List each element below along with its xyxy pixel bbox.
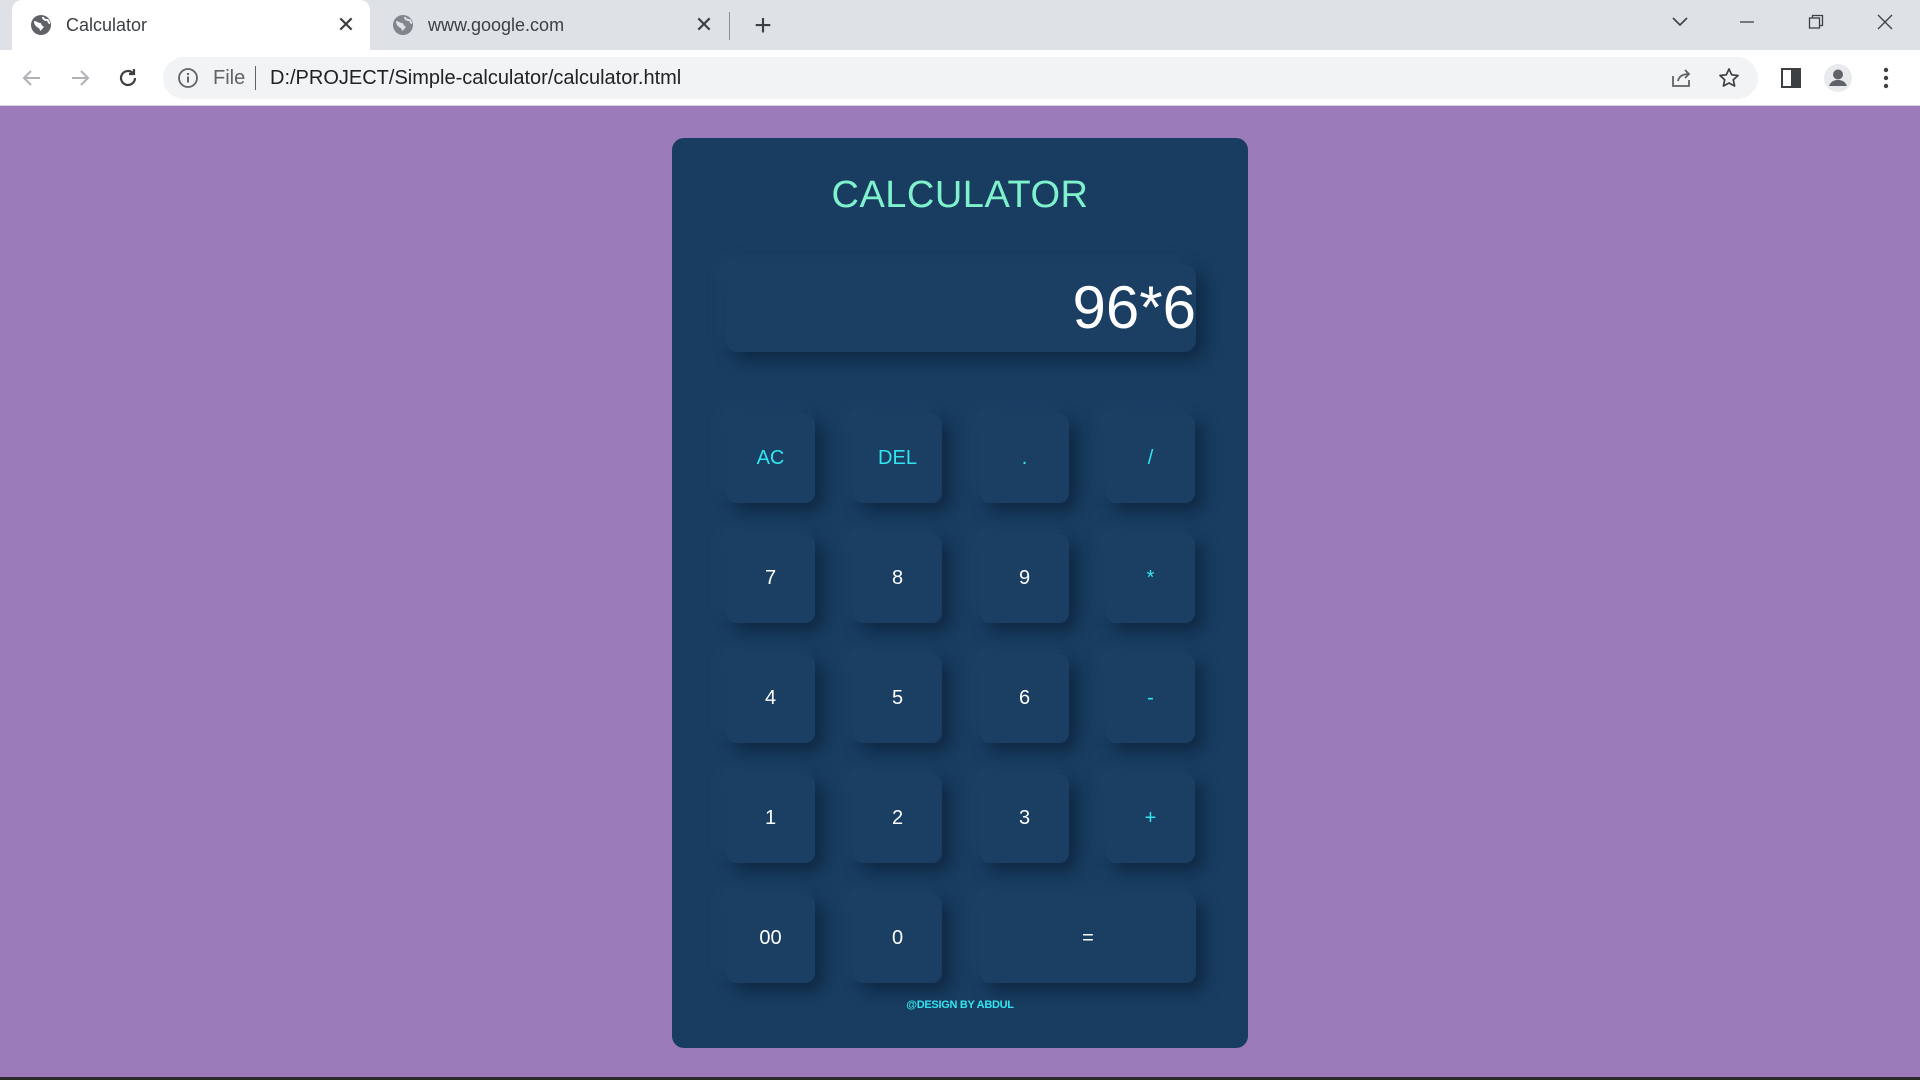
tab-google[interactable]: www.google.com ✕ <box>374 0 728 50</box>
star-icon <box>1719 68 1739 87</box>
tab-calculator[interactable]: Calculator ✕ <box>12 0 370 50</box>
address-bar[interactable]: File D:/PROJECT/Simple-calculator/calcul… <box>163 57 1758 99</box>
address-divider <box>255 66 256 90</box>
avatar-icon <box>1824 64 1852 92</box>
calculator-display: 96*6 <box>726 264 1196 352</box>
share-icon <box>1672 69 1691 87</box>
new-tab-button[interactable]: + <box>745 11 781 41</box>
info-icon[interactable] <box>177 67 199 89</box>
display-value: 96*6 <box>1072 274 1196 341</box>
key-divide-button[interactable]: / <box>1106 414 1195 503</box>
tab-separator <box>729 12 730 40</box>
key-1-button[interactable]: 1 <box>726 774 815 863</box>
key-7-button[interactable]: 7 <box>726 534 815 623</box>
globe-icon <box>30 14 52 36</box>
calculator-panel: CALCULATOR 96*6 AC DEL./7 8 9 * 4 5 6-1 2 3 +00 0 = … <box>672 138 1248 1048</box>
bookmark-button[interactable] <box>1713 63 1745 93</box>
close-tab-icon[interactable]: ✕ <box>334 13 358 37</box>
tab-strip: Calculator ✕ www.google.com ✕ + <box>0 0 1920 50</box>
key-5-button[interactable]: 5 <box>853 654 942 743</box>
key-00-button[interactable]: 00 <box>726 894 815 983</box>
key-9-button[interactable]: 9 <box>980 534 1069 623</box>
side-panel-icon <box>1781 68 1801 88</box>
browser-chrome: Calculator ✕ www.google.com ✕ + File D:/… <box>0 0 1920 106</box>
restore-button[interactable] <box>1786 0 1846 44</box>
reload-button[interactable] <box>110 60 146 96</box>
kebab-menu-icon <box>1883 67 1889 89</box>
forward-button[interactable] <box>62 60 98 96</box>
url-text[interactable]: D:/PROJECT/Simple-calculator/calculator.… <box>270 67 681 90</box>
menu-button[interactable] <box>1868 60 1904 96</box>
key-8-button[interactable]: 8 <box>853 534 942 623</box>
key-ac-button[interactable]: AC <box>726 414 815 503</box>
close-icon <box>1877 14 1893 30</box>
tab-title: www.google.com <box>428 14 565 35</box>
key-multiply-button[interactable]: * <box>1106 534 1195 623</box>
close-window-button[interactable] <box>1855 0 1915 44</box>
key-equals-button[interactable]: = <box>980 894 1196 983</box>
key-6-button[interactable]: 6 <box>980 654 1069 743</box>
key-3-button[interactable]: 3 <box>980 774 1069 863</box>
chevron-down-icon <box>1672 17 1688 27</box>
reload-icon <box>119 69 137 87</box>
side-panel-button[interactable] <box>1773 60 1809 96</box>
close-tab-icon[interactable]: ✕ <box>692 13 716 37</box>
tab-title: Calculator <box>66 14 148 35</box>
arrow-right-icon <box>72 70 90 86</box>
key-0-button[interactable]: 0 <box>853 894 942 983</box>
key-add-button[interactable]: + <box>1106 774 1195 863</box>
tab-search-button[interactable] <box>1650 0 1710 44</box>
key-4-button[interactable]: 4 <box>726 654 815 743</box>
back-button[interactable] <box>14 60 50 96</box>
share-button[interactable] <box>1665 63 1697 93</box>
key-dot-button[interactable]: . <box>980 414 1069 503</box>
scheme-label: File <box>213 67 246 89</box>
design-credit: @DESIGN BY ABDUL <box>906 999 1014 1011</box>
minimize-icon <box>1740 21 1754 23</box>
calculator-title: CALCULATOR <box>831 174 1089 216</box>
browser-toolbar: File D:/PROJECT/Simple-calculator/calcul… <box>0 50 1920 106</box>
key-2-button[interactable]: 2 <box>853 774 942 863</box>
key-del-button[interactable]: DEL <box>853 414 942 503</box>
globe-icon <box>392 14 414 36</box>
key-subtract-button[interactable]: - <box>1106 654 1195 743</box>
restore-icon <box>1808 14 1824 29</box>
profile-button[interactable] <box>1820 60 1856 96</box>
arrow-left-icon <box>22 70 40 86</box>
minimize-button[interactable] <box>1717 0 1777 44</box>
